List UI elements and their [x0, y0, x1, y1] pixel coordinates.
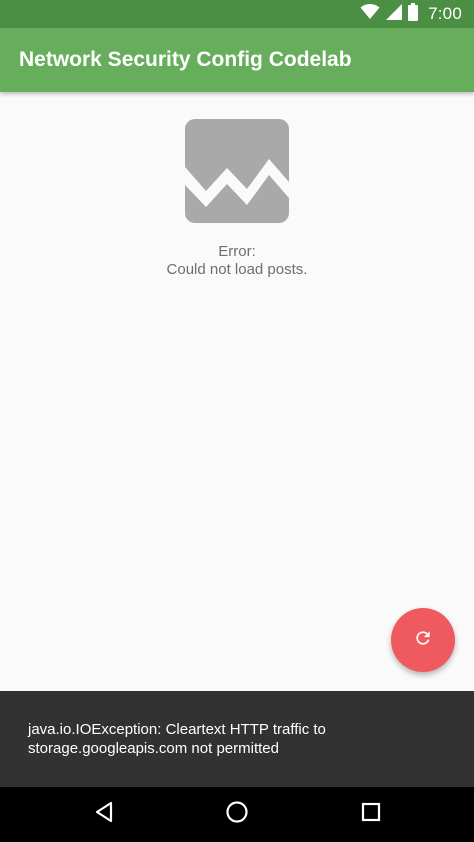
broken-image-icon — [185, 119, 289, 223]
status-bar: 7:00 — [0, 0, 474, 28]
home-icon — [225, 800, 249, 829]
navigation-bar — [0, 787, 474, 842]
refresh-button[interactable] — [391, 608, 455, 672]
error-message: Could not load posts. — [166, 261, 308, 278]
back-button[interactable] — [74, 787, 134, 842]
back-icon — [93, 801, 115, 828]
wifi-icon — [360, 3, 380, 25]
content-area: Error: Could not load posts. — [0, 92, 474, 691]
snackbar: java.io.IOException: Cleartext HTTP traf… — [0, 691, 474, 787]
cellular-signal-icon — [386, 3, 403, 25]
error-title: Error: — [218, 243, 256, 260]
status-icons: 7:00 — [360, 0, 462, 28]
app-bar: Network Security Config Codelab — [0, 28, 474, 92]
status-time: 7:00 — [428, 4, 462, 23]
battery-icon — [408, 2, 419, 26]
snackbar-message: java.io.IOException: Cleartext HTTP traf… — [28, 720, 448, 758]
app-title: Network Security Config Codelab — [19, 48, 352, 71]
recents-icon — [361, 802, 381, 827]
snackbar-message-line2: storage.googleapis.com not permitted — [28, 740, 279, 757]
snackbar-message-line1: java.io.IOException: Cleartext HTTP traf… — [28, 721, 326, 738]
recents-button[interactable] — [341, 787, 401, 842]
refresh-icon — [413, 628, 433, 653]
home-button[interactable] — [207, 787, 267, 842]
screen: 7:00 Network Security Config Codelab Err… — [0, 0, 474, 842]
